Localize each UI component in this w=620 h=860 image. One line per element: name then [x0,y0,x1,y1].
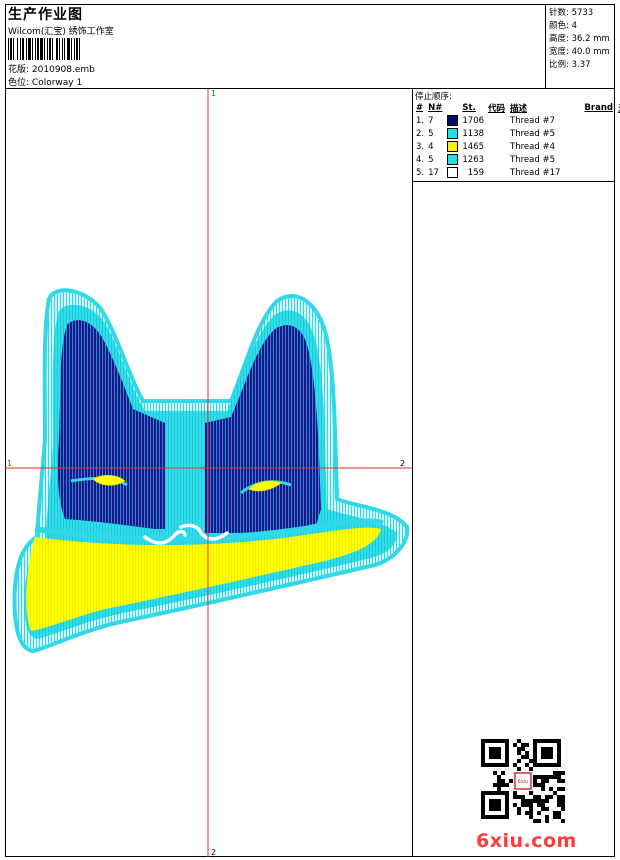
thread-table: # N# St. 代码 描述 Brand 元素 1.7 1706 Thread #7… [414,101,620,179]
stat-colors: 颜色: 4 [549,21,577,31]
marker-bottom: 2 [211,848,216,857]
header-panel: 生产作业图 Wilcom(汇宝) 绣饰工作室 花版: 2010908.emb 色… [5,4,546,89]
svg-text:6xiu: 6xiu [518,779,529,785]
qr-code: 6xiu [481,739,565,823]
row-stitches: 1263 [462,154,485,165]
col-code: 代码 [488,103,506,114]
colorway-name: Colorway 1 [31,78,83,88]
row-seq: 2. [416,128,425,139]
thread-row: 3. 4 1465 Thread #4 [414,140,620,153]
row-swatch [445,127,460,140]
row-swatch [445,140,460,153]
marker-top: 1 [211,89,216,98]
row-n: 4 [428,141,434,152]
row-code [486,166,508,179]
row-desc: Thread #7 [510,115,555,126]
row-desc: Thread #17 [510,167,561,178]
color-swatch [447,167,459,178]
row-stitches: 1138 [462,128,485,139]
marker-left: 1 [7,459,12,468]
thread-row: 4. 5 1263 Thread #5 [414,153,620,166]
right-ear [205,325,321,533]
color-swatch [447,115,459,126]
thread-legend: 停止顺序: # N# St. 代码 描述 Brand 元素 1.71706Thr… [413,89,620,182]
row-swatch [445,114,460,127]
stat-width: 宽度: 40.0 mm [549,47,610,57]
row-stitches: 1706 [462,115,485,126]
thread-row: 2. 5 1138 Thread #5 [414,127,620,140]
embroidery-preview: 1 2 1 2 [5,89,412,857]
row-seq: 5. [416,167,425,178]
thread-table-header: # N# St. 代码 描述 Brand 元素 [414,101,620,114]
stat-stitches: 针数: 5733 [549,8,594,18]
stat-height: 高度: 36.2 mm [549,34,610,44]
design-file-line: 花版: 2010908.emb [8,62,95,75]
row-seq: 1. [416,115,425,126]
row-stitches: 159 [467,167,485,178]
barcode [8,38,80,60]
row-code [486,153,508,166]
page-title: 生产作业图 [8,7,83,23]
col-element: 元素 [616,101,620,114]
col-seq: # [416,102,424,113]
row-stitches: 1465 [462,141,485,152]
row-code [486,140,508,153]
row-desc: Thread #4 [510,141,555,152]
col-st: St. [462,102,476,113]
colorway-line: 色位: Colorway 1 [8,75,82,88]
company-name: Wilcom(汇宝) 绣饰工作室 [8,27,114,37]
thread-row: 5. 17 159 Thread #17 [414,166,620,179]
row-desc: Thread #5 [510,128,555,139]
col-n: N# [428,102,443,113]
design-file-name: 2010908.emb [31,65,95,75]
color-swatch [447,141,459,152]
row-swatch [445,166,460,179]
marker-right: 2 [400,459,405,468]
col-brand: Brand [584,102,613,113]
design-file-label: 花版: [8,65,30,75]
col-swatch [445,101,460,114]
color-swatch [447,154,459,165]
row-desc: Thread #5 [510,154,555,165]
thread-row: 1. 7 1706 Thread #7 [414,114,620,127]
row-n: 5 [428,128,434,139]
design-canvas: 1 2 1 2 [5,89,413,857]
stats-panel: 针数: 5733 颜色: 4 高度: 36.2 mm 宽度: 40.0 mm 比… [546,4,615,89]
row-code [486,127,508,140]
row-n: 17 [428,167,439,178]
row-n: 5 [428,154,434,165]
row-seq: 3. [416,141,425,152]
site-logo: 6xiu.com [476,830,577,852]
row-code [486,114,508,127]
row-seq: 4. [416,154,425,165]
col-desc: 描述 [510,103,528,114]
colorway-label: 色位: [8,78,30,88]
stat-scale: 比例: 3.37 [549,60,591,70]
row-swatch [445,153,460,166]
row-n: 7 [428,115,434,126]
color-swatch [447,128,459,139]
